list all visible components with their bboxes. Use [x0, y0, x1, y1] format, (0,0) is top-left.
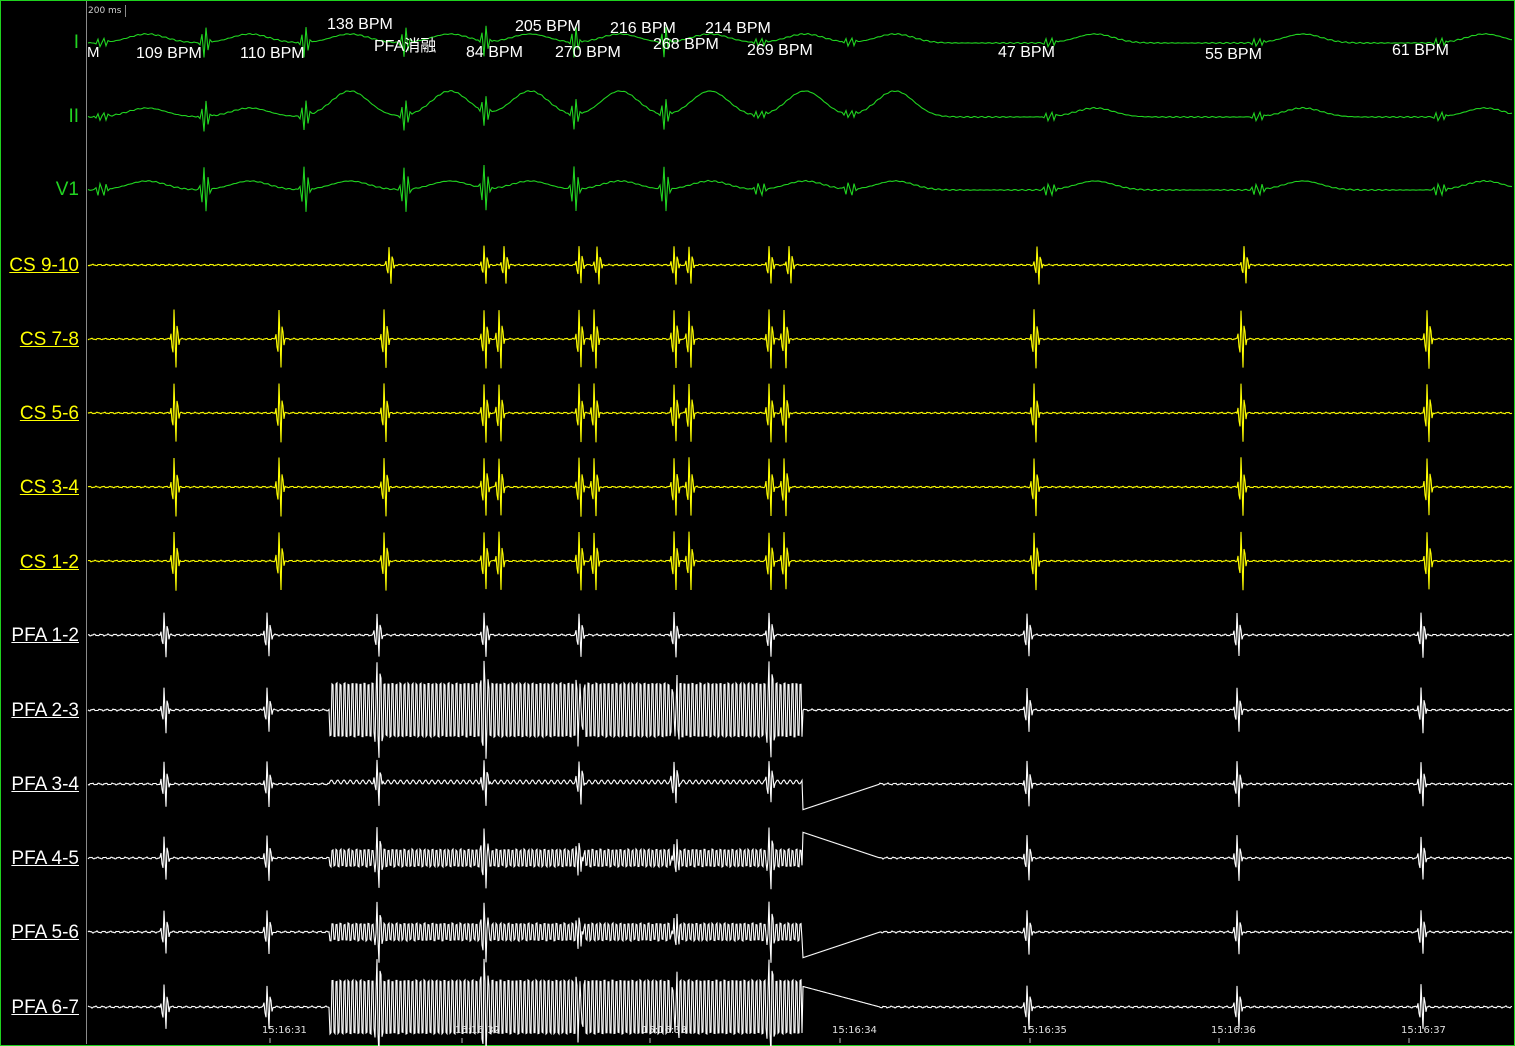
time-label: 15:16:35	[1022, 1025, 1067, 1036]
bpm-label: 268 BPM	[653, 36, 719, 53]
bpm-label: 55 BPM	[1205, 46, 1262, 63]
trace-surface-ecg	[87, 164, 1513, 212]
time-label: 15:16:31	[262, 1025, 307, 1036]
time-label: 15:16:34	[832, 1025, 877, 1036]
trace-pfa-electrode	[87, 611, 1513, 658]
trace-pfa-electrode	[87, 759, 1513, 811]
bpm-label: 109 BPM	[136, 45, 202, 62]
pfa-ablation-event-label: PFA消融	[374, 38, 437, 55]
bpm-label: 110 BPM	[240, 45, 305, 62]
trace-coronary-sinus	[87, 245, 1513, 285]
time-label: 15:16:36	[1211, 1025, 1256, 1036]
time-label: 15:16:33	[642, 1025, 687, 1036]
trace-pfa-electrode	[87, 827, 1513, 890]
marker-label: M	[87, 44, 100, 61]
ecg-recording-window: I II V1 CS 9-10 CS 7-8 CS 5-6 CS 3-4 CS …	[0, 0, 1515, 1046]
bpm-label: 214 BPM	[705, 20, 771, 37]
trace-pfa-electrode	[87, 901, 1513, 963]
bpm-label: 270 BPM	[555, 44, 621, 61]
bpm-label: 269 BPM	[747, 42, 813, 59]
trace-pfa-electrode	[87, 660, 1513, 759]
time-label: 15:16:37	[1401, 1025, 1446, 1036]
bpm-label: 205 BPM	[515, 18, 581, 35]
trace-surface-ecg	[87, 90, 1513, 132]
time-scale-label: 200 ms	[88, 5, 126, 17]
trace-coronary-sinus	[87, 309, 1513, 369]
trace-coronary-sinus	[87, 457, 1513, 517]
trace-coronary-sinus	[88, 531, 1513, 591]
time-label: 15:16:32	[455, 1025, 500, 1036]
bpm-label: 61 BPM	[1392, 42, 1449, 59]
signal-traces-canvas[interactable]	[0, 0, 1515, 1046]
bpm-label: 47 BPM	[998, 44, 1055, 61]
bpm-label: 84 BPM	[466, 44, 523, 61]
trace-coronary-sinus	[87, 383, 1513, 443]
